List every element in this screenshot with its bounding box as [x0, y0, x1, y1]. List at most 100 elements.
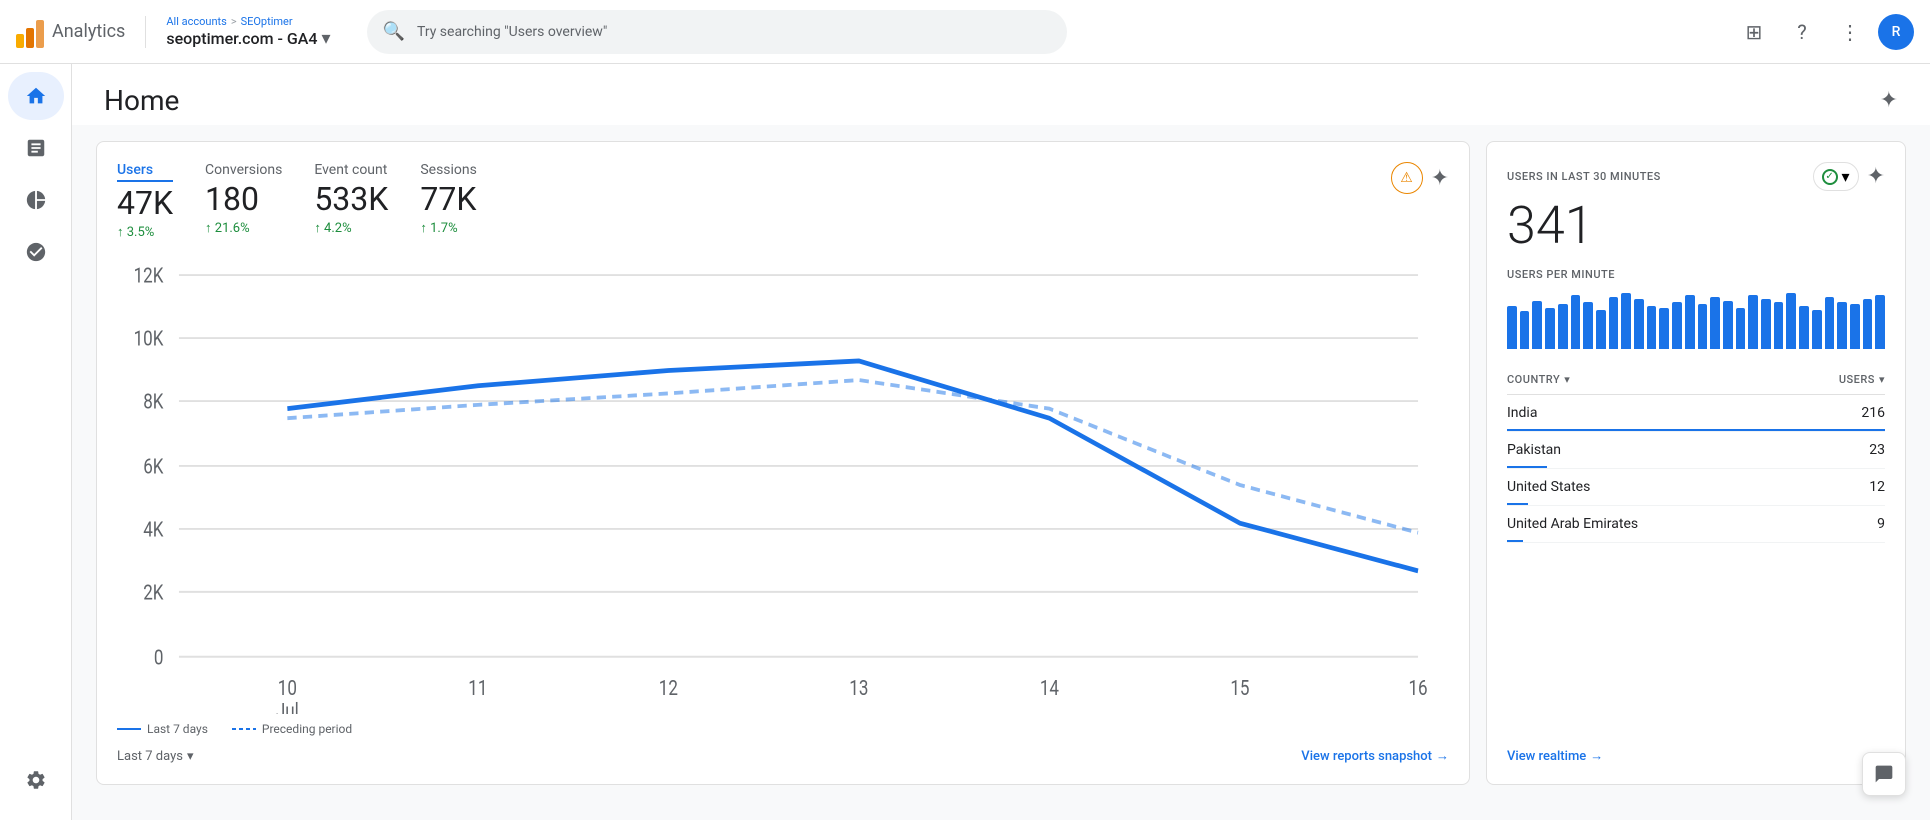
top-navigation: Analytics All accounts > SEOptimer seopt… [0, 0, 1930, 64]
bar-chart-bar [1672, 302, 1682, 349]
realtime-sparkle-icon[interactable]: ✦ [1867, 164, 1885, 189]
sidebar-item-explore[interactable] [8, 176, 64, 224]
country-table-row[interactable]: Pakistan 23 [1507, 432, 1885, 469]
sidebar-item-reports[interactable] [8, 124, 64, 172]
country-bar-indicator [1507, 540, 1523, 542]
status-indicator[interactable]: ✓ ▾ [1813, 162, 1859, 191]
search-bar[interactable]: 🔍 Try searching "Users overview" [367, 10, 1067, 54]
bar-chart-bar [1774, 302, 1784, 349]
metric-conversions-label: Conversions [205, 162, 282, 178]
bar-chart-bar [1812, 310, 1822, 349]
metric-users-label: Users [117, 162, 173, 182]
country-bar-indicator [1507, 429, 1885, 431]
nav-actions: ⊞ ? ⋮ R [1734, 12, 1914, 52]
sidebar [0, 64, 72, 820]
view-reports-snapshot-text: View reports snapshot [1301, 749, 1432, 764]
bar-chart-bar [1825, 297, 1835, 349]
bar-chart-bar [1685, 295, 1695, 349]
sidebar-item-settings[interactable] [8, 756, 64, 804]
svg-text:6K: 6K [143, 454, 163, 479]
more-options-icon[interactable]: ⋮ [1830, 12, 1870, 52]
legend-last-7-days: Last 7 days [117, 722, 208, 736]
country-name: United States [1507, 479, 1590, 495]
legend-dashed-icon [232, 727, 256, 731]
metric-event-count[interactable]: Event count 533K ↑ 4.2% [314, 162, 388, 236]
legend-preceding-period-label: Preceding period [262, 722, 352, 736]
svg-text:10: 10 [278, 675, 297, 700]
chat-fab-button[interactable] [1862, 752, 1906, 796]
country-name: United Arab Emirates [1507, 516, 1638, 532]
metric-event-count-value: 533K [314, 180, 388, 218]
users-per-minute-chart [1507, 289, 1885, 349]
apps-icon[interactable]: ⊞ [1734, 12, 1774, 52]
svg-text:2K: 2K [143, 580, 163, 605]
date-range-arrow: ▾ [187, 749, 194, 764]
account-info: All accounts > SEOptimer seoptimer.com -… [166, 15, 330, 49]
metric-sessions[interactable]: Sessions 77K ↑ 1.7% [420, 162, 477, 236]
bar-chart-bar [1621, 293, 1631, 349]
main-content: Home ✦ Users 47K ↑ 3.5% Conversions 180 … [72, 64, 1930, 820]
legend-last-7-days-label: Last 7 days [147, 722, 208, 736]
bar-chart-bar [1571, 295, 1581, 349]
country-table-row[interactable]: United Arab Emirates 9 [1507, 506, 1885, 543]
sidebar-item-home[interactable] [8, 72, 64, 120]
sidebar-bottom [8, 756, 64, 820]
sidebar-item-advertising[interactable] [8, 228, 64, 276]
view-realtime-text: View realtime [1507, 749, 1586, 764]
view-reports-snapshot-arrow: → [1436, 748, 1449, 764]
avatar[interactable]: R [1878, 14, 1914, 50]
chart-area: 12K 10K 8K 6K 4K 2K 0 10 Jul 11 12 13 14 [117, 256, 1449, 714]
customize-button[interactable]: ✦ [1880, 88, 1898, 113]
bar-chart-bar [1609, 297, 1619, 349]
country-column-header[interactable]: COUNTRY ▾ [1507, 373, 1570, 386]
metrics-row: Users 47K ↑ 3.5% Conversions 180 ↑ 21.6%… [117, 162, 1449, 240]
svg-text:Jul: Jul [276, 698, 299, 714]
country-table-header: COUNTRY ▾ USERS ▾ [1507, 365, 1885, 395]
metric-icons: ⚠ ✦ [1391, 162, 1449, 194]
svg-text:15: 15 [1230, 675, 1249, 700]
svg-text:12K: 12K [134, 263, 164, 288]
status-dot: ✓ [1822, 169, 1838, 185]
bar-chart-bar [1786, 293, 1796, 349]
svg-text:16: 16 [1408, 675, 1427, 700]
metric-conversions[interactable]: Conversions 180 ↑ 21.6% [205, 162, 282, 236]
nav-divider [145, 16, 146, 48]
realtime-title: USERS IN LAST 30 MINUTES [1507, 170, 1661, 183]
users-column-header[interactable]: USERS ▾ [1839, 373, 1885, 386]
country-users-value: 23 [1869, 442, 1885, 458]
bar-chart-bar [1850, 304, 1860, 349]
users-col-arrow: ▾ [1879, 373, 1885, 386]
country-table-row[interactable]: United States 12 [1507, 469, 1885, 506]
view-reports-snapshot-link[interactable]: View reports snapshot → [1301, 748, 1449, 764]
bar-chart-bar [1875, 295, 1885, 349]
country-bar-indicator [1507, 466, 1547, 468]
breadcrumb: All accounts > SEOptimer [166, 15, 330, 28]
breadcrumb-all-accounts[interactable]: All accounts [166, 15, 226, 28]
metric-sessions-label: Sessions [420, 162, 477, 178]
date-range-selector[interactable]: Last 7 days ▾ [117, 749, 194, 764]
country-table-row[interactable]: India 216 [1507, 395, 1885, 432]
bar-chart-bar [1799, 306, 1809, 349]
property-selector[interactable]: seoptimer.com - GA4 ▾ [166, 28, 330, 49]
metric-event-count-change: ↑ 4.2% [314, 220, 388, 236]
sparkle-icon[interactable]: ✦ [1431, 166, 1449, 191]
users-per-minute-label: USERS PER MINUTE [1507, 268, 1885, 281]
line-chart: 12K 10K 8K 6K 4K 2K 0 10 Jul 11 12 13 14 [117, 256, 1449, 714]
bar-chart-bar [1863, 299, 1873, 349]
status-dropdown-arrow: ▾ [1842, 167, 1850, 186]
help-icon[interactable]: ? [1782, 12, 1822, 52]
alert-icon[interactable]: ⚠ [1391, 162, 1423, 194]
card-footer: Last 7 days ▾ View reports snapshot → [117, 748, 1449, 764]
view-realtime-link[interactable]: View realtime → [1507, 748, 1885, 764]
breadcrumb-account[interactable]: SEOptimer [241, 15, 293, 28]
content-area: Users 47K ↑ 3.5% Conversions 180 ↑ 21.6%… [72, 125, 1930, 801]
svg-text:10K: 10K [134, 326, 164, 351]
country-bar-indicator [1507, 503, 1528, 505]
search-icon: 🔍 [383, 21, 405, 42]
metric-users[interactable]: Users 47K ↑ 3.5% [117, 162, 173, 240]
brand-logo [16, 16, 44, 48]
metric-users-change: ↑ 3.5% [117, 224, 173, 240]
bar-chart-bar [1596, 310, 1606, 349]
metric-conversions-value: 180 [205, 180, 282, 218]
bar-chart-bar [1761, 299, 1771, 349]
